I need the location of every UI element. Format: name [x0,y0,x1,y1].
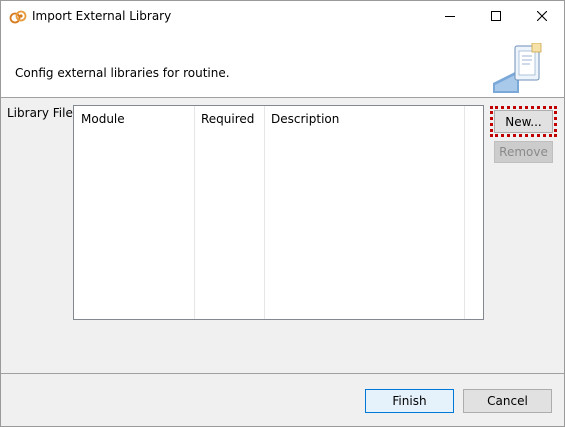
column-header-module[interactable]: Module [81,112,125,126]
close-button[interactable] [519,1,565,32]
minimize-icon [445,10,455,24]
title-bar: Import External Library [1,1,564,33]
column-header-description[interactable]: Description [271,112,339,126]
import-external-library-dialog: Import External Library Config external … [0,0,565,427]
close-icon [536,10,548,24]
window-title: Import External Library [32,9,172,23]
column-module: Module [74,106,195,319]
new-button[interactable]: New... [494,110,553,133]
footer-separator [1,373,564,374]
maximize-button[interactable] [473,1,519,32]
maximize-icon [491,10,501,24]
library-table[interactable]: Module Required Description [73,105,484,320]
column-required: Required [195,106,265,319]
library-file-label: Library File: [7,106,77,120]
remove-button[interactable]: Remove [494,141,553,163]
header-message: Config external libraries for routine. [15,66,230,80]
eclipse-talend-icon [9,9,27,25]
cancel-button[interactable]: Cancel [463,389,552,413]
wizard-document-icon [493,42,551,93]
column-header-required[interactable]: Required [201,112,254,126]
wizard-header: Config external libraries for routine. [1,33,564,98]
minimize-button[interactable] [427,1,473,32]
finish-button[interactable]: Finish [365,389,454,413]
column-description: Description [265,106,465,319]
